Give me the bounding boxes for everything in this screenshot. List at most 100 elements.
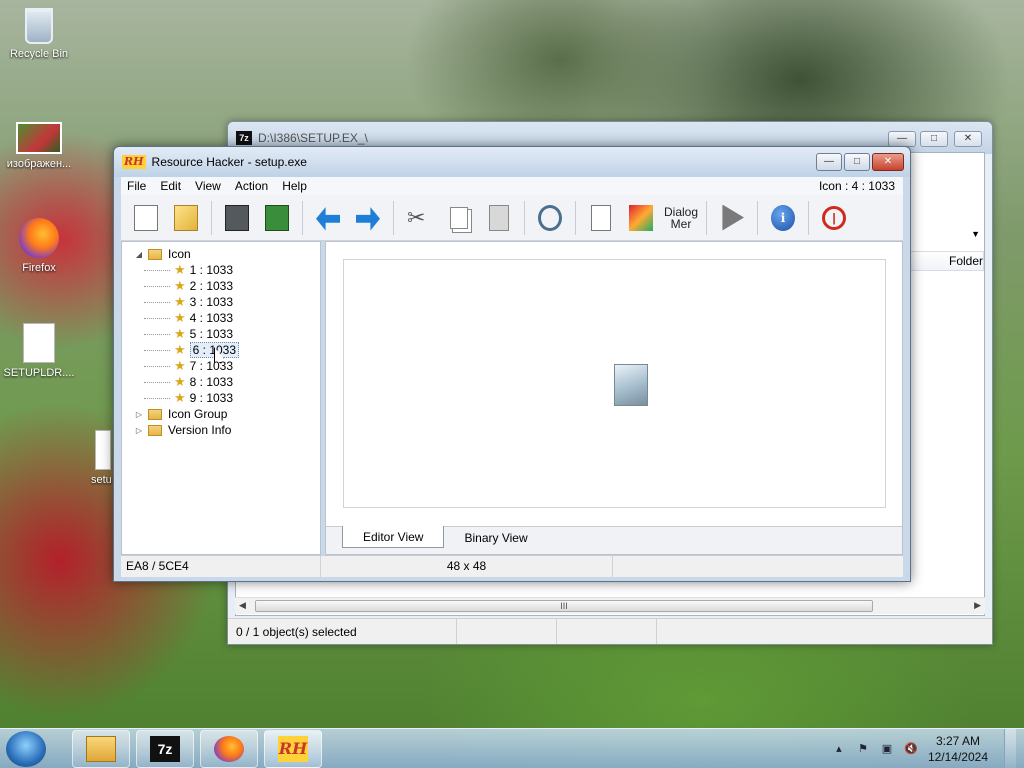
tree-leaf-label: 4 : 1033 xyxy=(189,311,234,325)
expand-icon[interactable]: ▷ xyxy=(134,426,144,435)
desktop-icon-setup[interactable]: setu xyxy=(73,430,113,486)
open-file-icon xyxy=(174,204,198,231)
exit-button[interactable]: | xyxy=(817,201,851,235)
desktop-icon-recycle-bin[interactable]: Recycle Bin xyxy=(1,8,77,60)
action-center-flag-icon[interactable]: ⚑ xyxy=(856,742,870,756)
sevenzip-title: D:\I386\SETUP.EX_\ xyxy=(258,131,368,145)
close-button[interactable]: ✕ xyxy=(954,131,982,147)
horizontal-scrollbar[interactable]: ◀ III ▶ xyxy=(235,597,985,614)
column-header-folder[interactable]: Folder xyxy=(904,251,984,271)
copy-icon xyxy=(450,206,468,229)
menu-file[interactable]: File xyxy=(127,179,146,193)
editor-pane[interactable]: Editor View Binary View xyxy=(325,241,903,555)
star-icon: ★ xyxy=(174,358,186,373)
tree-leaf[interactable]: ★ 1 : 1033 xyxy=(122,262,320,278)
minimize-button[interactable]: — xyxy=(888,131,916,147)
desktop-icon-firefox[interactable]: Firefox xyxy=(1,218,77,274)
dialog-merger-icon: Dialog Mer xyxy=(664,204,699,231)
menubar: File Edit View Action Help Icon : 4 : 10… xyxy=(121,177,903,195)
path-dropdown[interactable]: ▼ xyxy=(904,223,984,245)
save-icon xyxy=(225,204,249,231)
desktop-icon-label: изображен... xyxy=(6,158,72,170)
show-desktop-button[interactable] xyxy=(1004,729,1016,768)
tree-node-icon[interactable]: ◢ Icon xyxy=(122,246,320,262)
show-hidden-icons-icon[interactable]: ▴ xyxy=(832,742,846,756)
tree-node-version-info[interactable]: ▷ Version Info xyxy=(122,422,320,438)
resource-tree[interactable]: ◢ Icon ★ 1 : 1033 ★ 2 : 1033 ★ 3 : 1033 ★ 4 … xyxy=(121,241,321,555)
expand-icon[interactable]: ▷ xyxy=(134,410,144,419)
scroll-thumb[interactable]: III xyxy=(255,600,873,612)
resource-hacker-icon: RH xyxy=(278,735,308,762)
rh-titlebar[interactable]: RH Resource Hacker - setup.exe xyxy=(114,147,910,177)
taskbar-resource-hacker-button[interactable]: RH xyxy=(264,729,322,768)
collapse-icon[interactable]: ◢ xyxy=(134,250,144,259)
desktop-icon-label: setu xyxy=(91,474,112,486)
menu-action[interactable]: Action xyxy=(235,179,268,193)
magnifier-icon xyxy=(538,204,562,231)
start-button[interactable] xyxy=(6,730,46,767)
desktop-icon-image[interactable]: изображен... xyxy=(1,122,77,170)
status-segment xyxy=(456,619,556,644)
taskbar-firefox-button[interactable] xyxy=(200,729,258,768)
tree-leaf-label: 5 : 1033 xyxy=(189,327,234,341)
forward-button[interactable] xyxy=(351,201,385,235)
tree-leaf-label: 2 : 1033 xyxy=(189,279,234,293)
star-icon: ★ xyxy=(174,310,186,325)
minimize-button[interactable]: — xyxy=(816,153,842,171)
tree-leaf-label: 9 : 1033 xyxy=(189,391,234,405)
resource-hacker-window[interactable]: RH Resource Hacker - setup.exe — □ ✕ Fil… xyxy=(113,146,911,582)
find-button[interactable] xyxy=(533,201,567,235)
tree-node-label: Icon xyxy=(168,247,191,261)
status-segment xyxy=(656,619,756,644)
toolbar-separator xyxy=(575,200,576,235)
add-resource-button[interactable] xyxy=(584,201,618,235)
tree-leaf[interactable]: ★ 5 : 1033 xyxy=(122,326,320,342)
about-button[interactable]: i xyxy=(766,201,800,235)
close-button[interactable]: ✕ xyxy=(872,153,904,171)
toolbar-separator xyxy=(706,200,707,235)
taskbar-7zip-button[interactable]: 7z xyxy=(136,729,194,768)
power-icon: | xyxy=(822,205,846,230)
scroll-right-icon[interactable]: ▶ xyxy=(974,600,981,611)
sevenzip-statusbar: 0 / 1 object(s) selected xyxy=(228,618,992,644)
save-as-button[interactable] xyxy=(260,201,294,235)
clock[interactable]: 3:27 AM 12/14/2024 xyxy=(928,733,988,765)
paste-button[interactable] xyxy=(482,201,516,235)
tree-leaf[interactable]: ★ 3 : 1033 xyxy=(122,294,320,310)
open-button[interactable] xyxy=(169,201,203,235)
tree-leaf[interactable]: ★ 9 : 1033 xyxy=(122,390,320,406)
maximize-button[interactable]: □ xyxy=(920,131,948,147)
new-button[interactable] xyxy=(129,201,163,235)
menu-view[interactable]: View xyxy=(195,179,221,193)
menu-help[interactable]: Help xyxy=(282,179,307,193)
desktop-icon-label: Firefox xyxy=(22,262,56,274)
image-add-icon xyxy=(629,204,653,231)
back-button[interactable] xyxy=(311,201,345,235)
taskbar-explorer-button[interactable] xyxy=(72,729,130,768)
tree-leaf[interactable]: ★ 4 : 1033 xyxy=(122,310,320,326)
scissors-icon: ✂ xyxy=(407,204,426,230)
tree-node-icon-group[interactable]: ▷ Icon Group xyxy=(122,406,320,422)
desktop-icon-setupldr[interactable]: SETUPLDR.... xyxy=(1,323,77,379)
copy-button[interactable] xyxy=(442,201,476,235)
clock-date: 12/14/2024 xyxy=(927,750,988,764)
arrow-back-icon xyxy=(316,205,340,231)
scroll-left-icon[interactable]: ◀ xyxy=(239,600,246,611)
add-image-button[interactable] xyxy=(624,201,658,235)
tree-leaf[interactable]: ★ 7 : 1033 xyxy=(122,358,320,374)
run-script-button[interactable] xyxy=(715,201,749,235)
tree-leaf[interactable]: ★ 8 : 1033 xyxy=(122,374,320,390)
network-icon[interactable]: ▣ xyxy=(880,742,894,756)
maximize-button[interactable]: □ xyxy=(844,153,870,171)
save-button[interactable] xyxy=(220,201,254,235)
dialog-merger-button[interactable]: Dialog Mer xyxy=(664,201,698,235)
menu-edit[interactable]: Edit xyxy=(160,179,181,193)
tab-binary-view[interactable]: Binary View xyxy=(444,527,547,549)
tab-editor-view[interactable]: Editor View xyxy=(342,526,445,548)
sevenzip-icon: 7z xyxy=(150,735,180,762)
cut-button[interactable]: ✂ xyxy=(402,201,436,235)
toolbar: ✂ Dialog Mer i | xyxy=(121,195,903,241)
folder-icon xyxy=(86,735,116,762)
volume-muted-icon[interactable]: 🔇 xyxy=(904,742,918,756)
tree-leaf[interactable]: ★ 2 : 1033 xyxy=(122,278,320,294)
